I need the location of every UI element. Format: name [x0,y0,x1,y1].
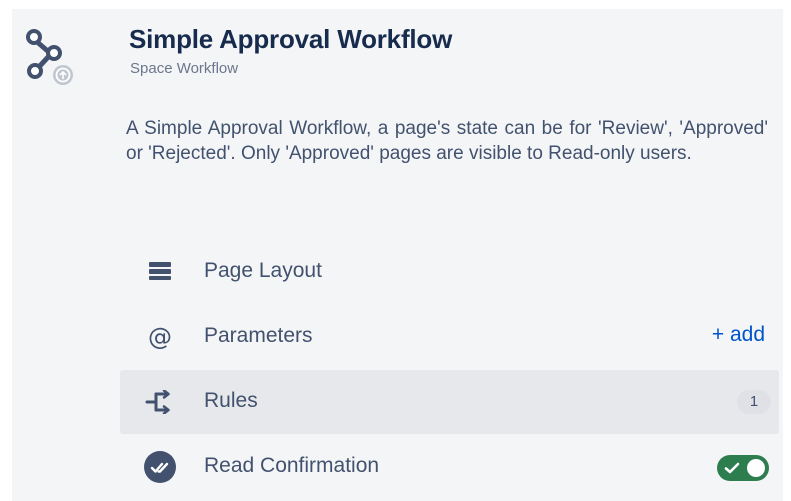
menu-item-label: Parameters [204,324,313,347]
workflow-description: A Simple Approval Workflow, a page's sta… [126,118,768,164]
double-check-icon [144,451,176,483]
rules-count-badge: 1 [737,390,771,414]
page-subtitle: Space Workflow [130,60,239,77]
at-icon: @ [148,323,172,351]
menu-item-label: Read Confirmation [204,454,380,477]
menu-item-rules[interactable]: Rules 1 [120,370,779,434]
page-layout-icon [144,258,176,286]
check-icon [724,462,740,474]
menu-item-page-layout[interactable]: Page Layout [120,240,779,304]
rules-icon [144,388,176,416]
toggle-knob [747,459,765,477]
add-parameter-link[interactable]: + add [712,323,765,347]
read-confirmation-toggle[interactable] [717,455,769,481]
menu-item-label: Page Layout [204,259,322,282]
workflow-panel: Simple Approval Workflow Space Workflow … [12,9,783,501]
menu-item-label: Rules [204,389,258,412]
page-title: Simple Approval Workflow [129,24,453,54]
workflow-nodes-icon [26,29,73,85]
menu-item-parameters[interactable]: @ Parameters + add [120,305,779,369]
menu-item-read-confirmation[interactable]: Read Confirmation [120,435,779,499]
